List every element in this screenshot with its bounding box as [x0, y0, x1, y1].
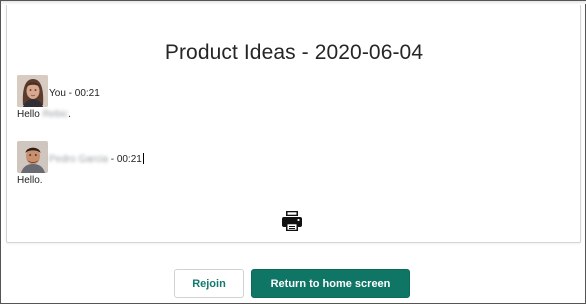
top-divider — [1, 1, 586, 4]
return-home-button[interactable]: Return to home screen — [251, 269, 410, 298]
sender-name: You — [49, 88, 66, 99]
avatar — [17, 75, 48, 107]
printer-icon[interactable] — [280, 209, 304, 233]
message-text-suffix: . — [68, 109, 71, 120]
message-text: Hello. — [17, 175, 144, 186]
message-text-prefix: Hello. — [17, 175, 43, 186]
redacted-name: Rebic — [42, 109, 69, 120]
male-avatar-image — [17, 141, 48, 173]
sender-separator: - — [107, 154, 117, 165]
message-time: 00:21 — [116, 154, 142, 165]
transcript-window: Product Ideas - 2020-06-04 You - 00:21 H… — [0, 0, 586, 304]
message-header: Pedro Garcia - 00:21 — [17, 139, 144, 173]
message-sender: You - 00:21 — [49, 88, 100, 99]
rejoin-button[interactable]: Rejoin — [174, 269, 244, 298]
printer-icon-glyph — [282, 211, 302, 231]
message-text: Hello Rebic. — [17, 109, 100, 120]
female-avatar-image — [17, 75, 48, 107]
chat-message: Pedro Garcia - 00:21 Hello. — [17, 139, 144, 186]
avatar — [17, 141, 48, 173]
text-cursor — [142, 153, 144, 164]
message-time: 00:21 — [74, 88, 100, 99]
chat-message: You - 00:21 Hello Rebic. — [17, 73, 100, 120]
page-title: Product Ideas - 2020-06-04 — [164, 41, 424, 64]
message-sender: Pedro Garcia - 00:21 — [49, 153, 144, 165]
sender-name: Pedro Garcia — [49, 154, 108, 165]
sender-separator: - — [65, 88, 75, 99]
message-text-prefix: Hello — [17, 109, 43, 120]
message-header: You - 00:21 — [17, 73, 100, 107]
